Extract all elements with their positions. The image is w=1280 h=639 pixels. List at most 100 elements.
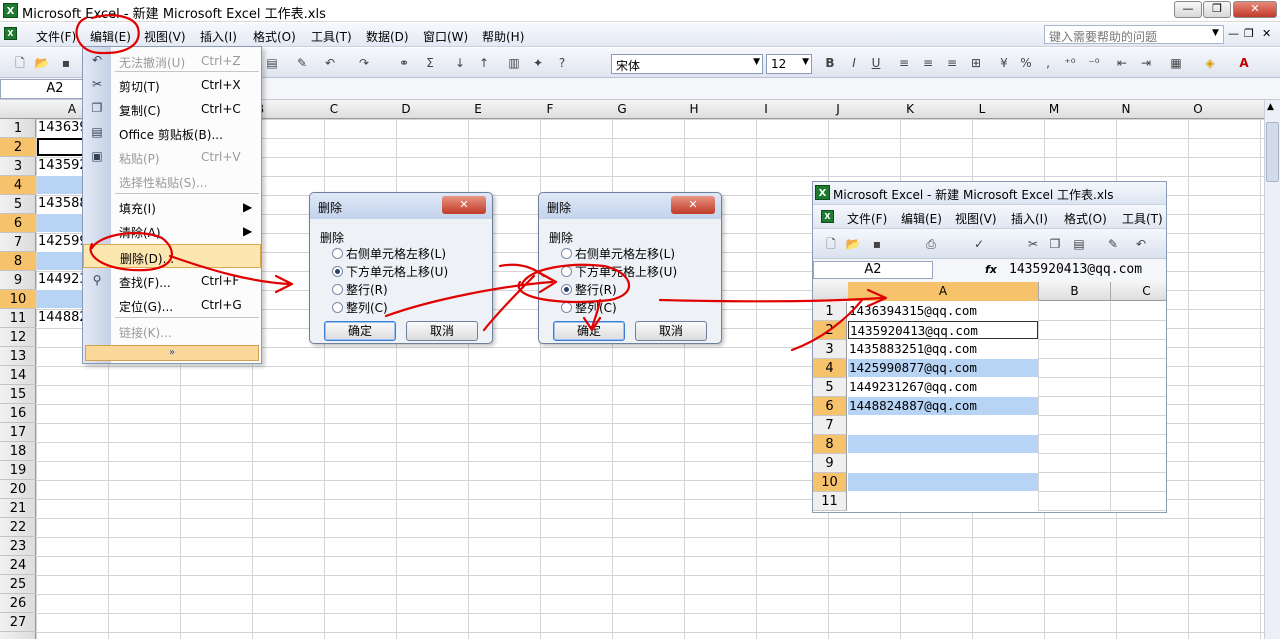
radio-option[interactable]: 右侧单元格左移(L) — [332, 245, 446, 262]
row-header[interactable]: 25 — [0, 575, 36, 594]
sort-desc-icon[interactable]: ↑ — [476, 55, 492, 71]
result-cell-c9[interactable] — [1110, 454, 1166, 473]
increase-indent-icon[interactable]: ⇥ — [1138, 55, 1154, 71]
ok-button[interactable]: 确定 — [324, 321, 396, 341]
edit-menu-item[interactable]: 链接(K)... — [83, 319, 261, 343]
row-header[interactable]: 6 — [0, 214, 36, 233]
result-cell-b6[interactable] — [1038, 397, 1110, 416]
fx-icon[interactable]: fx — [985, 263, 997, 276]
result-cell-b8[interactable] — [1038, 435, 1110, 454]
scroll-thumb[interactable] — [1266, 122, 1279, 182]
result-cell-a1[interactable]: 1436394315@qq.com — [848, 302, 1038, 320]
result-row-header[interactable]: 2 — [813, 321, 847, 340]
result-cell-c4[interactable] — [1110, 359, 1166, 378]
col-header-g[interactable]: G — [586, 102, 658, 116]
result-cell-a6[interactable]: 1448824887@qq.com — [848, 397, 1038, 415]
copy-icon[interactable]: ❐ — [1047, 236, 1063, 252]
col-header-c[interactable]: C — [298, 102, 370, 116]
drawing-icon[interactable]: ✦ — [530, 55, 546, 71]
row-header[interactable]: 11 — [0, 309, 36, 328]
decrease-indent-icon[interactable]: ⇤ — [1114, 55, 1130, 71]
new-icon[interactable]: 🗋 — [823, 236, 839, 252]
format-painter-icon[interactable]: ✎ — [1105, 236, 1121, 252]
spelling-icon[interactable]: ✓ — [971, 236, 987, 252]
paste-icon[interactable]: ▤ — [1071, 236, 1087, 252]
bold-button[interactable]: B — [822, 55, 838, 71]
menu-insert[interactable]: 插入(I) — [200, 28, 237, 45]
result-row-header[interactable]: 9 — [813, 454, 847, 473]
result-cell-b7[interactable] — [1038, 416, 1110, 435]
help-dropdown-icon[interactable]: ▼ — [1212, 28, 1219, 38]
result-row-header[interactable]: 4 — [813, 359, 847, 378]
result-cell-b9[interactable] — [1038, 454, 1110, 473]
format-painter-icon[interactable]: ✎ — [294, 55, 310, 71]
radio-option[interactable]: 整列(C) — [561, 299, 617, 316]
result-cell-c10[interactable] — [1110, 473, 1166, 492]
undo-icon[interactable]: ↶ — [1133, 236, 1149, 252]
autosum-icon[interactable]: Σ — [422, 55, 438, 71]
radio-option[interactable]: 整行(R) — [561, 281, 617, 298]
radio-option[interactable]: 下方单元格上移(U) — [561, 263, 677, 280]
radio-option[interactable]: 整列(C) — [332, 299, 388, 316]
result-cell-a3[interactable]: 1435883251@qq.com — [848, 340, 1038, 358]
result-cell-a11[interactable] — [848, 492, 1038, 510]
link-icon[interactable]: ⚭ — [396, 55, 412, 71]
result-cell-a9[interactable] — [848, 454, 1038, 472]
row-header[interactable]: 9 — [0, 271, 36, 290]
radio-option[interactable]: 整行(R) — [332, 281, 388, 298]
edit-menu-item[interactable]: 清除(A) ▶ — [83, 219, 261, 243]
result-cell-c1[interactable] — [1110, 302, 1166, 321]
borders-icon[interactable]: ▦ — [1168, 55, 1184, 71]
row-header[interactable]: 8 — [0, 252, 36, 271]
align-right-icon[interactable]: ≡ — [944, 55, 960, 71]
result-cell-a10[interactable] — [848, 473, 1038, 491]
align-center-icon[interactable]: ≡ — [920, 55, 936, 71]
result-menu-view[interactable]: 视图(V) — [955, 210, 997, 227]
edit-menu-item[interactable]: 选择性粘贴(S)... — [83, 169, 261, 193]
help-search-input[interactable]: 键入需要帮助的问题 — [1044, 25, 1224, 44]
result-cell-c3[interactable] — [1110, 340, 1166, 359]
undo-icon[interactable]: ↶ — [322, 55, 338, 71]
row-header[interactable]: 14 — [0, 366, 36, 385]
redo-icon[interactable]: ↷ — [356, 55, 372, 71]
row-header[interactable]: 5 — [0, 195, 36, 214]
col-header-n[interactable]: N — [1090, 102, 1162, 116]
row-header[interactable]: 19 — [0, 461, 36, 480]
result-cell-c7[interactable] — [1110, 416, 1166, 435]
row-header[interactable]: 16 — [0, 404, 36, 423]
result-cell-a2[interactable]: 1435920413@qq.com — [848, 321, 1038, 339]
col-header-m[interactable]: M — [1018, 102, 1090, 116]
close-button[interactable]: ✕ — [1233, 1, 1277, 18]
sort-asc-icon[interactable]: ↓ — [452, 55, 468, 71]
row-header[interactable]: 3 — [0, 157, 36, 176]
open-icon[interactable]: 📂 — [34, 55, 50, 71]
currency-icon[interactable]: ¥ — [996, 55, 1012, 71]
col-header-k[interactable]: K — [874, 102, 946, 116]
doc-minimize-icon[interactable]: — — [1228, 27, 1239, 40]
menu-expand-button[interactable]: » — [85, 345, 259, 361]
doc-close-icon[interactable]: ✕ — [1262, 27, 1271, 40]
underline-button[interactable]: U — [868, 55, 884, 71]
result-row-header[interactable]: 7 — [813, 416, 847, 435]
new-icon[interactable]: 🗋 — [12, 55, 28, 71]
result-menu-tools[interactable]: 工具(T) — [1122, 210, 1163, 227]
align-left-icon[interactable]: ≡ — [896, 55, 912, 71]
edit-menu-item[interactable]: ❐ 复制(C) Ctrl+C — [83, 97, 261, 121]
chart-icon[interactable]: ▥ — [506, 55, 522, 71]
edit-menu-item[interactable]: 删除(D)... — [83, 244, 261, 268]
result-name-box[interactable]: A2 — [813, 261, 933, 279]
result-row-header[interactable]: 6 — [813, 397, 847, 416]
result-row-header[interactable]: 5 — [813, 378, 847, 397]
result-cell-c5[interactable] — [1110, 378, 1166, 397]
radio-option[interactable]: 下方单元格上移(U) — [332, 263, 448, 280]
open-icon[interactable]: 📂 — [845, 236, 861, 252]
result-cell-b2[interactable] — [1038, 321, 1110, 340]
result-cell-c6[interactable] — [1110, 397, 1166, 416]
result-cell-b11[interactable] — [1038, 492, 1110, 511]
menu-help[interactable]: 帮助(H) — [482, 28, 524, 45]
col-header-o[interactable]: O — [1162, 102, 1234, 116]
result-row-header[interactable]: 8 — [813, 435, 847, 454]
result-cell-a8[interactable] — [848, 435, 1038, 453]
result-col-header-c[interactable]: C — [1110, 282, 1166, 301]
cancel-button[interactable]: 取消 — [635, 321, 707, 341]
